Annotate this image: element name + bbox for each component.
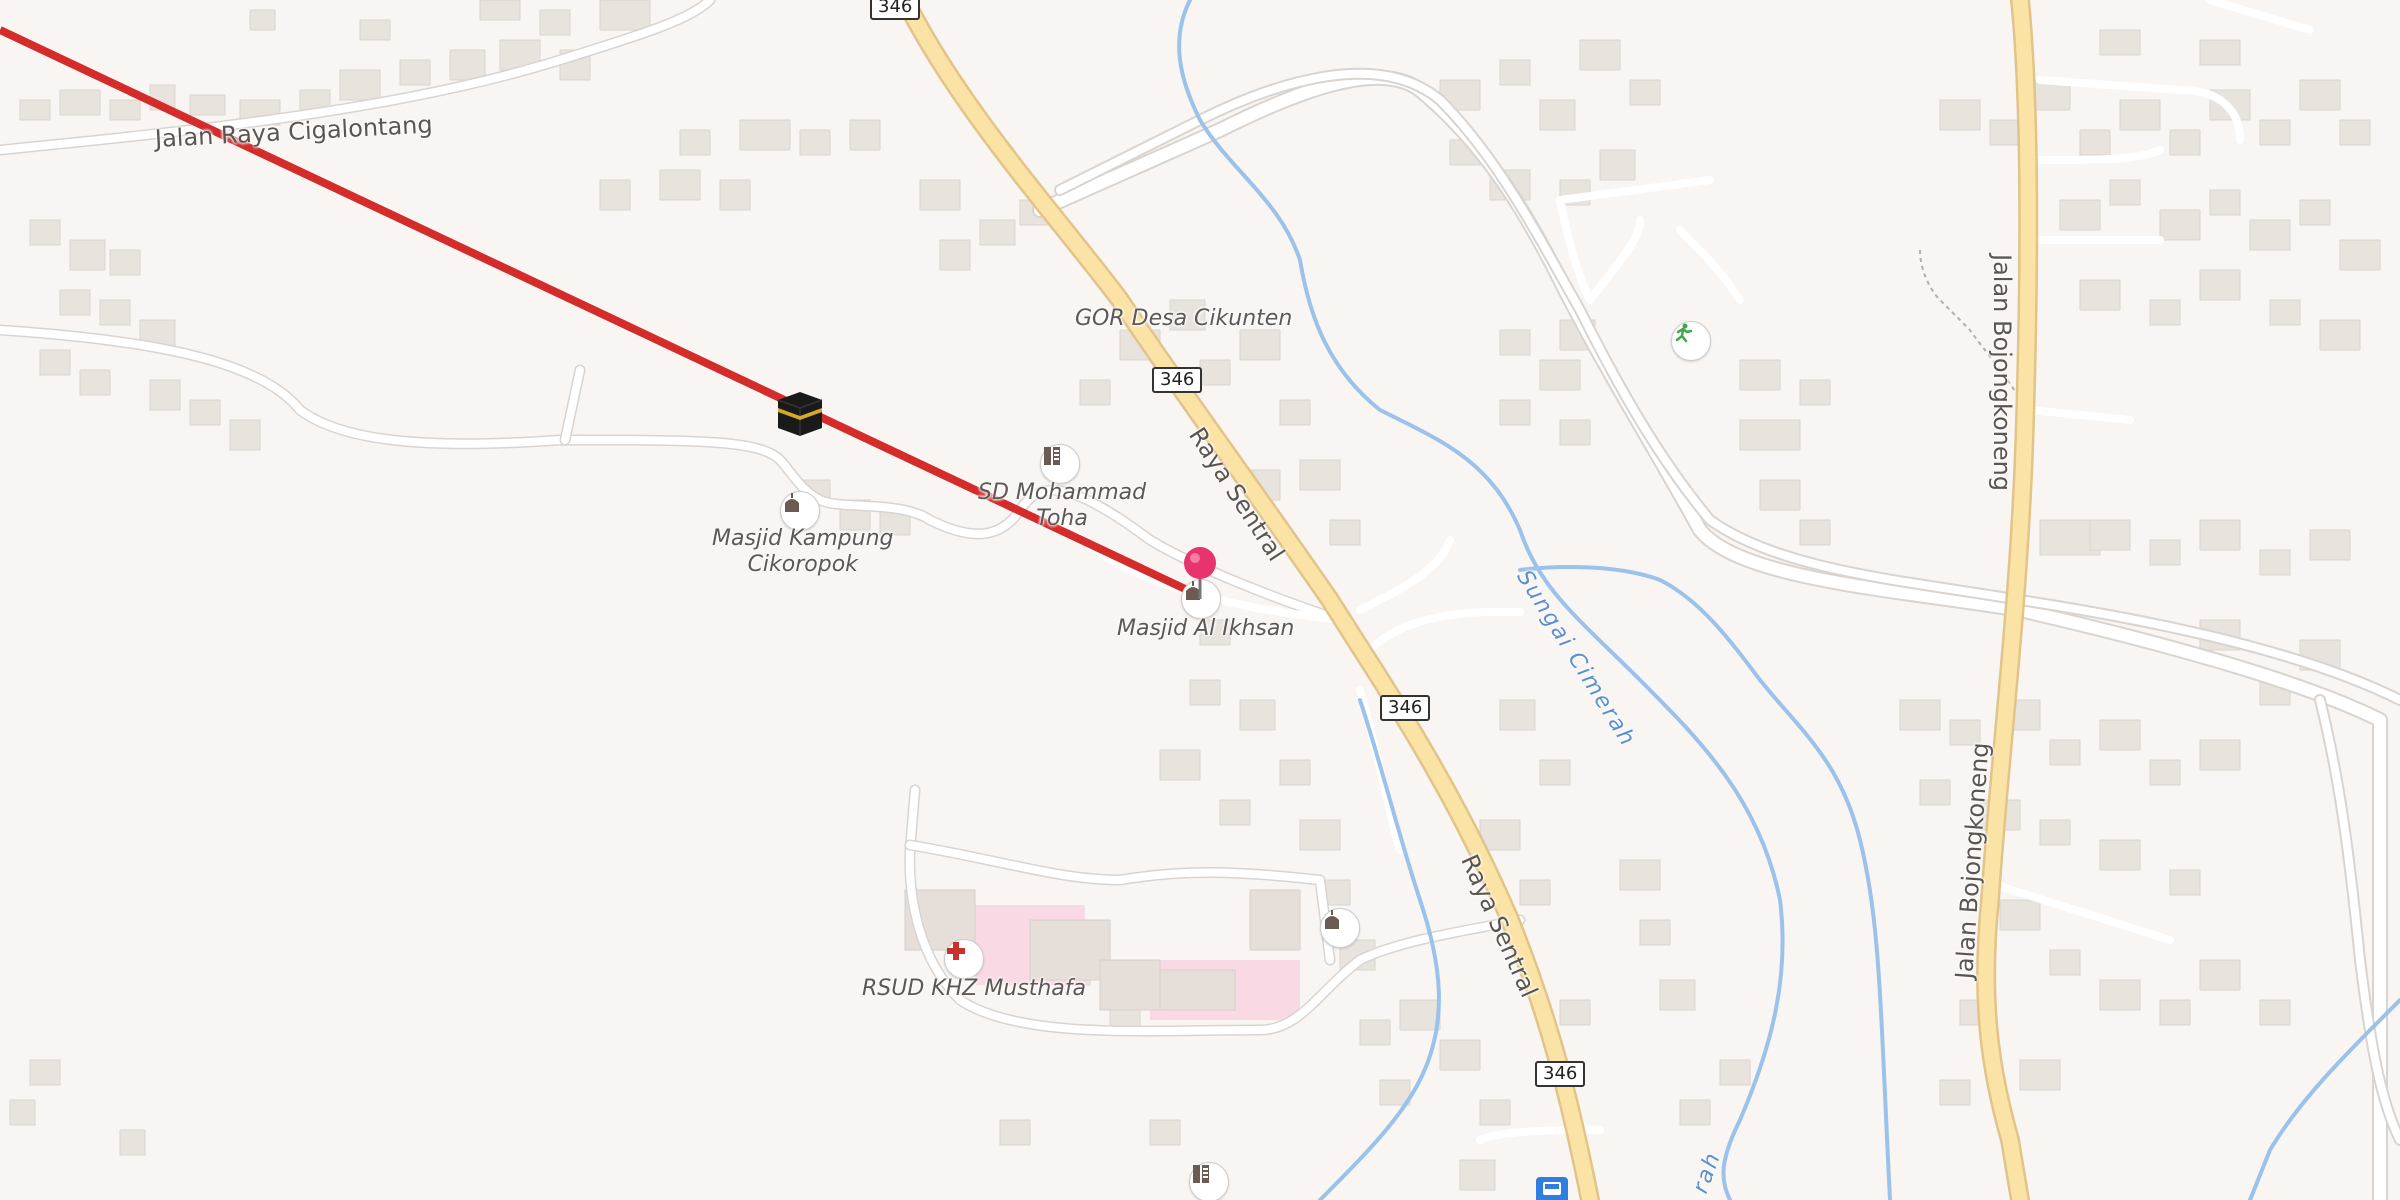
road-label-bojongkoneng-1: Jalan Bojongkoneng: [1988, 254, 2016, 492]
kaaba-icon[interactable]: [772, 384, 828, 440]
place-label-sd[interactable]: SD Mohammad Toha: [978, 480, 1146, 532]
route-shield: 346: [870, 0, 921, 20]
route-shield: 346: [1152, 367, 1203, 393]
place-label-masjid-ikhsan[interactable]: Masjid Al Ikhsan: [1117, 616, 1294, 642]
hospital-icon[interactable]: [944, 939, 984, 979]
place-label-masjid-kampung[interactable]: Masjid Kampung Cikoropok: [712, 526, 893, 578]
mosque-icon[interactable]: [1320, 908, 1360, 948]
place-label-rsud[interactable]: RSUD KHZ Musthafa: [862, 976, 1086, 1002]
route-shield: 346: [1380, 695, 1431, 721]
sports-icon[interactable]: [1671, 321, 1711, 361]
school-icon[interactable]: [1040, 444, 1080, 484]
school-icon[interactable]: [1189, 1162, 1229, 1200]
bus-stop-icon[interactable]: [1536, 1177, 1568, 1200]
route-shield: 346: [1535, 1061, 1586, 1087]
place-label-gor[interactable]: GOR Desa Cikunten: [1075, 306, 1292, 332]
pin-icon[interactable]: [1182, 545, 1218, 601]
map-canvas[interactable]: Jalan Raya Cigalontang Raya Sentral Raya…: [0, 0, 2400, 1200]
mosque-icon[interactable]: [780, 491, 820, 531]
